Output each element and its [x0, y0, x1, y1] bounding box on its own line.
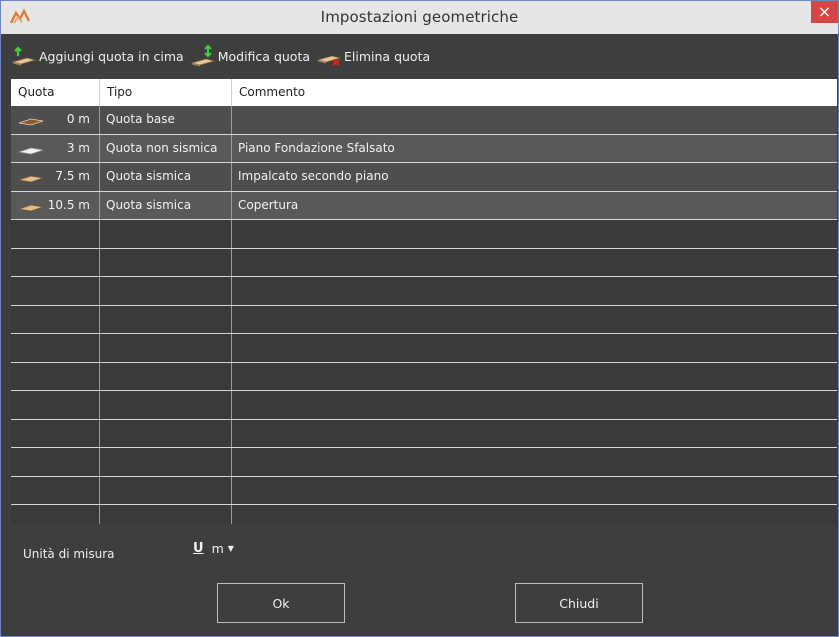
empty-cell [11, 391, 100, 419]
commento-cell[interactable] [232, 106, 837, 134]
tipo-cell[interactable]: Quota base [100, 106, 232, 134]
slab-white-icon [18, 147, 44, 154]
ok-button[interactable]: Ok [217, 583, 345, 623]
empty-cell [100, 391, 232, 419]
empty-cell [11, 334, 100, 362]
empty-cell [100, 277, 232, 305]
empty-row [11, 419, 837, 448]
edit-quota-label: Modifica quota [217, 48, 311, 64]
empty-cell [100, 220, 232, 248]
empty-cell [100, 334, 232, 362]
slab-tan-icon [18, 204, 44, 211]
empty-row [11, 362, 837, 391]
quota-value: 10.5 m [47, 197, 90, 212]
empty-row [11, 505, 837, 524]
empty-row [11, 476, 837, 505]
quota-value: 3 m [66, 140, 90, 155]
empty-cell [100, 419, 232, 447]
empty-cell [11, 220, 100, 248]
edit-slab-icon [190, 45, 216, 67]
unit-label: Unità di misura [23, 547, 115, 561]
empty-row [11, 334, 837, 363]
add-quota-label: Aggiungi quota in cima [39, 48, 184, 64]
empty-row [11, 277, 837, 306]
empty-cell [100, 248, 232, 276]
empty-cell [100, 305, 232, 333]
empty-row [11, 248, 837, 277]
unit-selector[interactable]: U m ▼ [193, 541, 234, 556]
tipo-cell[interactable]: Quota sismica [100, 163, 232, 191]
dialog-window: Impostazioni geometriche × Aggiungi quot… [0, 0, 839, 637]
chevron-down-icon: ▼ [227, 544, 234, 553]
slab-tan-icon [18, 175, 44, 183]
empty-cell [100, 448, 232, 476]
empty-row [11, 305, 837, 334]
title-bar: Impostazioni geometriche × [1, 1, 838, 34]
close-icon[interactable]: × [811, 1, 838, 23]
empty-cell [11, 448, 100, 476]
tipo-cell[interactable]: Quota sismica [100, 191, 232, 219]
quota-cell[interactable]: 10.5 m [11, 191, 100, 219]
empty-cell [11, 505, 100, 524]
empty-cell [11, 362, 100, 390]
empty-cell [11, 476, 100, 504]
empty-row [11, 391, 837, 420]
empty-cell [100, 476, 232, 504]
unit-value: m [211, 541, 224, 556]
add-quota-button[interactable]: Aggiungi quota in cima [11, 46, 184, 66]
quota-cell[interactable]: 7.5 m [11, 163, 100, 191]
commento-cell[interactable]: Impalcato secondo piano [232, 163, 837, 191]
empty-cell [100, 505, 232, 524]
quota-value: 0 m [66, 112, 90, 126]
toolbar: Aggiungi quota in cima Modifica quota El… [11, 42, 831, 70]
table-row[interactable]: 7.5 m Quota sismica Impalcato secondo pi… [11, 163, 837, 192]
table-row[interactable]: 3 m Quota non sismica Piano Fondazione S… [11, 134, 837, 163]
commento-cell[interactable]: Piano Fondazione Sfalsato [232, 135, 837, 163]
quota-value: 7.5 m [55, 169, 90, 183]
empty-cell [11, 419, 100, 447]
grid-rows: 0 m Quota base 3 m Quota non sismica Pia… [11, 106, 837, 524]
quota-grid[interactable]: Quota Tipo Commento 0 m Quota base 3 m Q… [11, 79, 837, 524]
window-title: Impostazioni geometriche [320, 8, 519, 26]
empty-row [11, 220, 837, 249]
add-slab-icon [11, 46, 37, 66]
close-button[interactable]: Chiudi [515, 583, 643, 623]
empty-cell [11, 248, 100, 276]
column-header-commento[interactable]: Commento [232, 79, 837, 106]
tipo-cell[interactable]: Quota non sismica [100, 134, 232, 162]
table-row[interactable]: 0 m Quota base [11, 106, 837, 135]
delete-quota-button[interactable]: Elimina quota [316, 46, 430, 66]
commento-cell[interactable]: Copertura [232, 192, 837, 220]
grid-header: Quota Tipo Commento [11, 79, 837, 106]
slab-brown-icon [18, 118, 44, 126]
quota-cell[interactable]: 3 m [11, 134, 100, 162]
edit-quota-button[interactable]: Modifica quota [190, 45, 310, 67]
column-header-tipo[interactable]: Tipo [100, 79, 232, 106]
empty-row [11, 448, 837, 477]
table-row[interactable]: 10.5 m Quota sismica Copertura [11, 191, 837, 220]
delete-slab-icon [316, 55, 342, 66]
empty-cell [100, 362, 232, 390]
delete-quota-label: Elimina quota [344, 48, 431, 64]
unit-icon: U [193, 541, 204, 556]
column-header-quota[interactable]: Quota [11, 79, 100, 106]
quota-cell[interactable]: 0 m [11, 106, 100, 134]
empty-cell [11, 277, 100, 305]
empty-cell [11, 305, 100, 333]
